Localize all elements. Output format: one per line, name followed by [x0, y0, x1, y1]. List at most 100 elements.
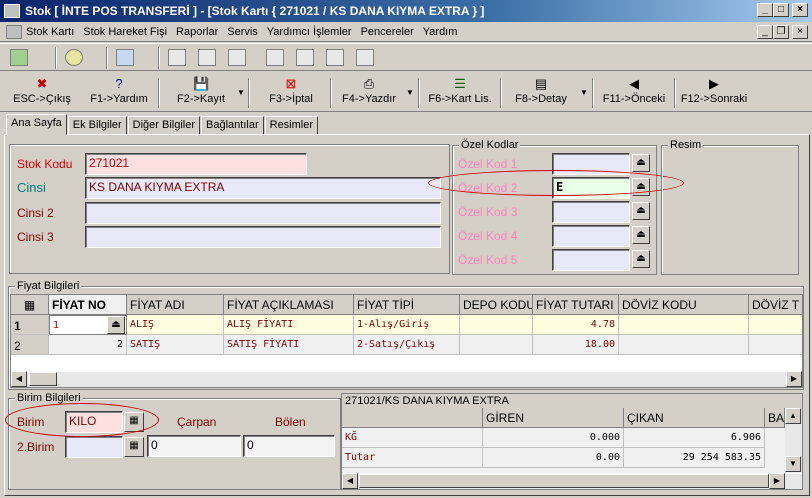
- cinsi2-field[interactable]: [85, 202, 441, 224]
- save-dropdown-arrow[interactable]: ▼: [237, 88, 245, 97]
- birim2-field[interactable]: [65, 436, 123, 458]
- window-icon[interactable]: [168, 49, 186, 66]
- col-doviz-t[interactable]: DÖVİZ T: [749, 295, 802, 315]
- exit-icon: ✖: [36, 76, 48, 91]
- ozel-kod-4-lookup-icon[interactable]: ⏏: [632, 226, 650, 244]
- col-fiyat-no[interactable]: FİYAT NO: [49, 295, 127, 315]
- col-fiyat-tutari[interactable]: FİYAT TUTARI: [533, 295, 619, 315]
- fiyat-adi-cell[interactable]: ALIŞ: [127, 315, 224, 335]
- f6-card-list-button[interactable]: ☰ F6->Kart Lis.: [424, 75, 496, 109]
- scroll-thumb[interactable]: [359, 474, 769, 488]
- grid-corner-icon[interactable]: ▦: [11, 295, 49, 315]
- cikan-cell: 6.906: [624, 428, 765, 448]
- print-dropdown-arrow[interactable]: ▼: [406, 88, 414, 97]
- save-icon: 💾: [193, 76, 210, 91]
- menu-stok-hareket-fisi[interactable]: Stok Hareket Fişi: [83, 26, 167, 38]
- calculator-icon[interactable]: [356, 49, 374, 66]
- depo-kodu-cell[interactable]: [460, 335, 533, 355]
- doviz-t-cell[interactable]: [749, 335, 802, 355]
- col-doviz-kodu[interactable]: DÖVİZ KODU: [619, 295, 749, 315]
- fiyat-tutari-cell[interactable]: 18.00: [533, 335, 619, 355]
- row-indicator: 2: [11, 335, 49, 355]
- menu-raporlar[interactable]: Raporlar: [176, 26, 218, 38]
- f4-print-button[interactable]: ⎙ F4->Yazdır: [336, 75, 402, 109]
- fiyat-aciklama-cell[interactable]: ALIŞ FİYATI: [224, 315, 354, 335]
- scroll-left-icon[interactable]: ◀: [11, 371, 27, 387]
- minimize-button[interactable]: _: [757, 3, 773, 17]
- menu-pencereler[interactable]: Pencereler: [361, 26, 414, 38]
- stok-kodu-field[interactable]: 271021: [85, 153, 307, 175]
- f8-detail-button[interactable]: ▤ F8->Detay: [508, 75, 574, 109]
- cancel-icon: ⊠: [285, 76, 297, 91]
- scroll-right-icon[interactable]: ▶: [769, 473, 785, 489]
- exit-icon[interactable]: [10, 49, 28, 66]
- col-fiyat-tipi[interactable]: FİYAT TİPİ: [354, 295, 460, 315]
- scroll-down-icon[interactable]: ▼: [785, 456, 801, 472]
- col-bakiye[interactable]: BA: [765, 408, 785, 428]
- f11-previous-button[interactable]: ◀ F11->Önceki: [598, 75, 670, 109]
- tab-diger-bilgiler[interactable]: Diğer Bilgiler: [127, 116, 201, 135]
- card-list-icon: ☰: [454, 76, 466, 91]
- doviz-kodu-cell[interactable]: [619, 315, 749, 335]
- cascade-icon[interactable]: [326, 49, 344, 66]
- fiyat-tutari-cell[interactable]: 4.78: [533, 315, 619, 335]
- doviz-t-cell[interactable]: [749, 315, 802, 335]
- col-giren[interactable]: GİREN: [483, 408, 624, 428]
- detail-dropdown-arrow[interactable]: ▼: [580, 88, 588, 97]
- fiyat-adi-cell[interactable]: SATIŞ: [127, 335, 224, 355]
- col-depo-kodu[interactable]: DEPO KODU: [460, 295, 533, 315]
- tab-resimler[interactable]: Resimler: [264, 116, 319, 135]
- f1-help-button[interactable]: ? F1->Yardım: [84, 75, 154, 109]
- col-fiyat-aciklamasi[interactable]: FİYAT AÇIKLAMASI: [224, 295, 354, 315]
- f2-save-button[interactable]: 💾 F2->Kayıt: [166, 75, 236, 109]
- ozel-kod-1-lookup-icon[interactable]: ⏏: [632, 154, 650, 172]
- tab-ana-sayfa[interactable]: Ana Sayfa: [6, 114, 67, 135]
- maximize-button[interactable]: □: [773, 3, 789, 17]
- cinsi3-field[interactable]: [85, 226, 441, 248]
- grid-view-icon[interactable]: [228, 49, 246, 66]
- menu-servis[interactable]: Servis: [227, 26, 258, 38]
- child-minimize-button[interactable]: _: [757, 25, 773, 39]
- carpan-field[interactable]: 0: [147, 435, 241, 457]
- fiyat-horizontal-scrollbar[interactable]: [11, 371, 802, 387]
- col-movement-label[interactable]: [342, 408, 483, 428]
- child-close-button[interactable]: ×: [792, 25, 808, 39]
- list-view-icon[interactable]: [266, 49, 284, 66]
- depo-kodu-cell[interactable]: [460, 315, 533, 335]
- ozel-kod-5-field[interactable]: [552, 249, 630, 271]
- scroll-right-icon[interactable]: ▶: [786, 371, 802, 387]
- fiyat-aciklama-cell[interactable]: SATIŞ FİYATI: [224, 335, 354, 355]
- scroll-up-icon[interactable]: ▲: [785, 408, 801, 424]
- doviz-kodu-cell[interactable]: [619, 335, 749, 355]
- fiyat-no-lookup-icon[interactable]: ⏏: [107, 316, 125, 334]
- scroll-left-icon[interactable]: ◀: [342, 473, 358, 489]
- ozel-kod-3-lookup-icon[interactable]: ⏏: [632, 202, 650, 220]
- birim2-calculator-icon[interactable]: ▦: [124, 437, 144, 457]
- window-split-icon[interactable]: [198, 49, 216, 66]
- fiyat-tipi-cell[interactable]: 1-Alış/Giriş: [354, 315, 460, 335]
- menu-stok-karti[interactable]: Stok Kartı: [26, 26, 74, 38]
- ozel-kod-4-field[interactable]: [552, 225, 630, 247]
- col-fiyat-adi[interactable]: FİYAT ADI: [127, 295, 224, 315]
- fiyat-no-cell[interactable]: 2: [49, 335, 127, 355]
- close-button[interactable]: ×: [792, 3, 808, 17]
- col-cikan[interactable]: ÇIKAN: [624, 408, 765, 428]
- form-icon[interactable]: [296, 49, 314, 66]
- users-icon[interactable]: [116, 49, 134, 66]
- fiyat-tipi-cell[interactable]: 2-Satış/Çıkış: [354, 335, 460, 355]
- f12-next-button[interactable]: ▶ F12->Sonraki: [678, 75, 750, 109]
- menu-yardimci-islemler[interactable]: Yardımcı İşlemler: [267, 26, 352, 38]
- menu-yardim[interactable]: Yardım: [423, 26, 458, 38]
- tab-baglantilar[interactable]: Bağlantılar: [201, 116, 264, 135]
- esc-exit-button[interactable]: ✖ ESC->Çıkış: [6, 75, 78, 109]
- stok-kodu-label: Stok Kodu: [17, 157, 73, 171]
- child-restore-button[interactable]: ❐: [773, 25, 789, 39]
- cinsi-field[interactable]: KS DANA KIYMA EXTRA: [85, 177, 441, 199]
- help-icon[interactable]: [65, 49, 83, 66]
- f3-cancel-button[interactable]: ⊠ F3->İptal: [256, 75, 326, 109]
- ozel-kod-5-lookup-icon[interactable]: ⏏: [632, 250, 650, 268]
- ozel-kod-3-field[interactable]: [552, 201, 630, 223]
- tab-ek-bilgiler[interactable]: Ek Bilgiler: [67, 116, 127, 135]
- bolen-field[interactable]: 0: [243, 435, 335, 457]
- scroll-thumb[interactable]: [29, 372, 57, 386]
